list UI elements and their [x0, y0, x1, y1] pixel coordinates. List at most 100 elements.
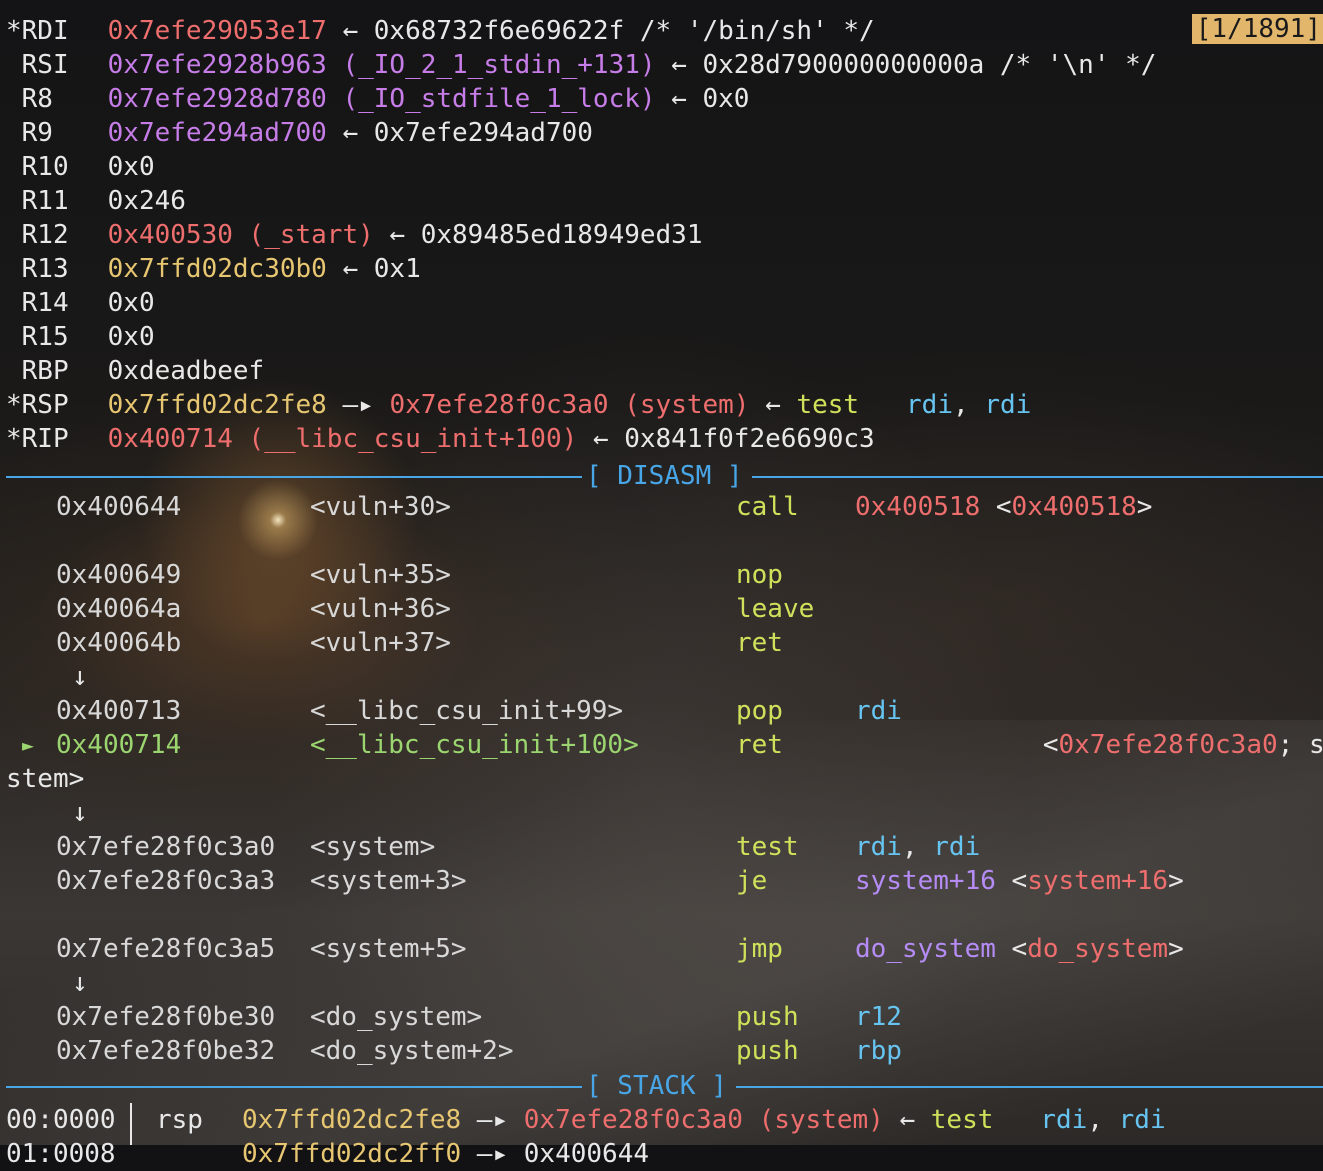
value-segment	[993, 1105, 1040, 1135]
instruction-address: 0x7efe28f0c3a0	[56, 832, 276, 862]
stack-row: 01:0008 0x7ffd02dc2ff0 —▸ 0x400644	[6, 1137, 649, 1171]
instruction-row: 0x7efe28f0be30 <do_system> push r12	[6, 1000, 1323, 1034]
value-segment: system+16	[1027, 866, 1169, 896]
instruction-row: 0x400713 <__libc_csu_init+99> pop rdi	[6, 694, 1323, 728]
changed-marker: *	[6, 16, 22, 46]
value-segment: rdi	[906, 390, 953, 420]
instruction-address: 0x40064b	[56, 628, 182, 658]
value-segment: 0x0	[107, 322, 155, 352]
value-segment: ← 0x0	[655, 84, 750, 114]
value-segment: 0x400530 (_start)	[107, 220, 374, 250]
value-segment: 0x400518	[1011, 492, 1137, 522]
instruction-symbol: <system>	[310, 832, 436, 862]
instruction-operands: 0x400518 <0x400518>	[855, 490, 1152, 524]
register-row: R11 0x246	[6, 184, 186, 218]
value-segment: ← 0x1	[326, 254, 421, 284]
value-segment: <	[855, 730, 1059, 760]
instruction-row: 0x7efe28f0c3a3 <system+3> je system+16 <sys…	[6, 864, 1323, 898]
value-segment: 0x7efe2928d780 (_IO_stdfile_1_lock)	[107, 84, 656, 114]
register-name: R10	[21, 152, 69, 182]
value-segment: 0x7ffd02dc2fe8	[242, 1105, 462, 1135]
register-name: RSI	[21, 50, 69, 80]
register-row: *RDI 0x7efe29053e17 ← 0x68732f6e69622f /*…	[6, 14, 875, 48]
changed-marker	[6, 288, 22, 318]
changed-marker	[6, 152, 22, 182]
disasm-blank-line	[6, 898, 1323, 932]
value-segment: rdi	[855, 696, 902, 726]
value-segment: 0x0	[107, 152, 155, 182]
changed-marker: *	[6, 424, 22, 454]
down-arrow-icon: ↓	[72, 662, 88, 692]
instruction-row: 0x40064b <vuln+37> ret	[6, 626, 1323, 660]
value-segment: ,	[901, 832, 934, 862]
register-name: R14	[21, 288, 69, 318]
value-segment: >	[1168, 866, 1184, 896]
value-segment: test	[796, 390, 860, 420]
register-row: *RSP 0x7ffd02dc2fe8 —▸ 0x7efe28f0c3a0 (sy…	[6, 388, 1031, 422]
register-row: R15 0x0	[6, 320, 155, 354]
changed-marker: *	[6, 390, 22, 420]
value-segment: 0x7efe28f0c3a0	[1058, 730, 1278, 760]
register-name: R12	[21, 220, 69, 250]
value-segment: 0x7ffd02dc2ff0	[242, 1139, 462, 1169]
instruction-row: 0x40064a <vuln+36> leave	[6, 592, 1323, 626]
value-segment: 0x7ffd02dc30b0	[107, 254, 327, 284]
instruction-operands: r12	[855, 1000, 902, 1034]
value-segment: system+16	[855, 866, 996, 896]
value-segment: ←	[749, 390, 797, 420]
value-segment: —▸ 0x400644	[461, 1139, 649, 1169]
value-segment: 0x7efe28f0c3a0 (system)	[523, 1105, 884, 1135]
value-segment: 0xdeadbeef	[107, 356, 265, 386]
instruction-address: 0x7efe28f0c3a5	[56, 934, 276, 964]
instruction-mnemonic: ret	[736, 628, 783, 658]
value-segment: 0x400518	[855, 492, 981, 522]
instruction-mnemonic: push	[736, 1002, 799, 1032]
instruction-row: 0x400649 <vuln+35> nop	[6, 558, 1323, 592]
stack-row: 00:0000 rsp 0x7ffd02dc2fe8 —▸ 0x7efe28f0c3…	[6, 1103, 1166, 1137]
instruction-symbol: <do_system>	[310, 1002, 483, 1032]
stack-index: 00:0000	[6, 1105, 116, 1135]
instruction-symbol: <do_system+2>	[310, 1036, 514, 1066]
changed-marker	[6, 186, 22, 216]
register-name: R8	[21, 84, 53, 114]
value-segment: ← 0x7efe294ad700	[326, 118, 593, 148]
flow-arrow: ↓	[6, 660, 1323, 694]
changed-marker	[6, 356, 22, 386]
value-segment: 0x7efe28f0c3a0 (system)	[389, 390, 750, 420]
instruction-address: 0x7efe28f0c3a3	[56, 866, 276, 896]
instruction-symbol: <__libc_csu_init+99>	[310, 696, 624, 726]
instruction-mnemonic: jmp	[736, 934, 783, 964]
instruction-row: 0x7efe28f0be32 <do_system+2> push rbp	[6, 1034, 1323, 1068]
register-row: R13 0x7ffd02dc30b0 ← 0x1	[6, 252, 421, 286]
changed-marker	[6, 118, 22, 148]
instruction-symbol: <system+3>	[310, 866, 467, 896]
value-segment: <	[980, 492, 1012, 522]
down-arrow-icon: ↓	[72, 798, 88, 828]
value-segment: rdi	[1040, 1105, 1088, 1135]
register-name: R15	[21, 322, 69, 352]
disasm-blank-line	[6, 524, 1323, 558]
instruction-operands: <0x7efe28f0c3a0; sy	[855, 728, 1323, 762]
value-segment: ,	[953, 390, 985, 420]
instruction-mnemonic: call	[736, 492, 799, 522]
stack-index: 01:0008	[6, 1139, 116, 1169]
register-name: RDI	[21, 16, 69, 46]
value-segment: >	[1168, 934, 1184, 964]
instruction-address: 0x400644	[56, 492, 182, 522]
value-segment: rdi	[933, 832, 981, 862]
value-segment: test	[930, 1105, 994, 1135]
register-name: R13	[21, 254, 69, 284]
value-segment	[859, 390, 906, 420]
instruction-row: 0x7efe28f0c3a5 <system+5> jmp do_system <do…	[6, 932, 1323, 966]
register-name: RBP	[21, 356, 69, 386]
current-pointer-icon: ►	[22, 733, 35, 757]
instruction-symbol: <system+5>	[310, 934, 467, 964]
register-name: R9	[21, 118, 53, 148]
value-segment: r12	[855, 1002, 902, 1032]
value-segment: ← 0x68732f6e69622f /* '/bin/sh' */	[326, 16, 875, 46]
wrapped-text: stem>	[6, 762, 1323, 796]
value-segment: 0x0	[107, 288, 155, 318]
instruction-mnemonic: pop	[736, 696, 783, 726]
instruction-address: 0x400713	[56, 696, 182, 726]
value-segment: do_system	[855, 934, 996, 964]
